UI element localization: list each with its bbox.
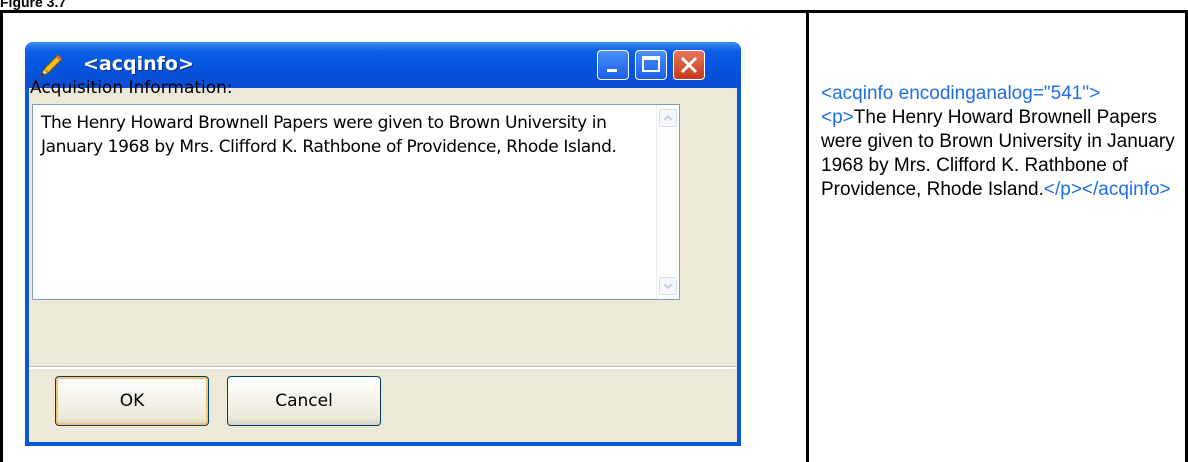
table-border-left [0,10,3,462]
table-border-top [0,10,1188,13]
close-icon [680,56,698,74]
maximize-icon [642,56,660,72]
scroll-down-icon[interactable] [659,277,677,295]
close-button[interactable] [673,50,705,80]
button-divider [29,366,737,369]
figure-title: Figure 3.7 [0,0,67,10]
vertical-scrollbar[interactable] [656,105,679,299]
acquisition-textarea[interactable]: The Henry Howard Brownell Papers were gi… [32,104,680,300]
cancel-button[interactable]: Cancel [227,376,381,426]
table-border-middle [806,10,809,462]
pencil-icon [40,54,63,77]
minimize-icon [607,69,617,72]
ok-button[interactable]: OK [55,376,209,426]
window-title: <acqinfo> [83,53,194,75]
acquisition-text[interactable]: The Henry Howard Brownell Papers were gi… [41,111,637,159]
scroll-up-icon[interactable] [659,109,677,127]
xml-close-tags: </p></acqinfo> [1043,179,1171,200]
maximize-button[interactable] [635,50,667,80]
xml-p-open-tag: <p> [821,107,854,128]
acquisition-label: Acquisition Information: [30,78,233,98]
xml-code: <acqinfo encodinganalog="541"> <p>The He… [821,82,1181,202]
minimize-button[interactable] [597,50,629,80]
xml-open-tag: <acqinfo encodinganalog="541"> [821,83,1101,104]
